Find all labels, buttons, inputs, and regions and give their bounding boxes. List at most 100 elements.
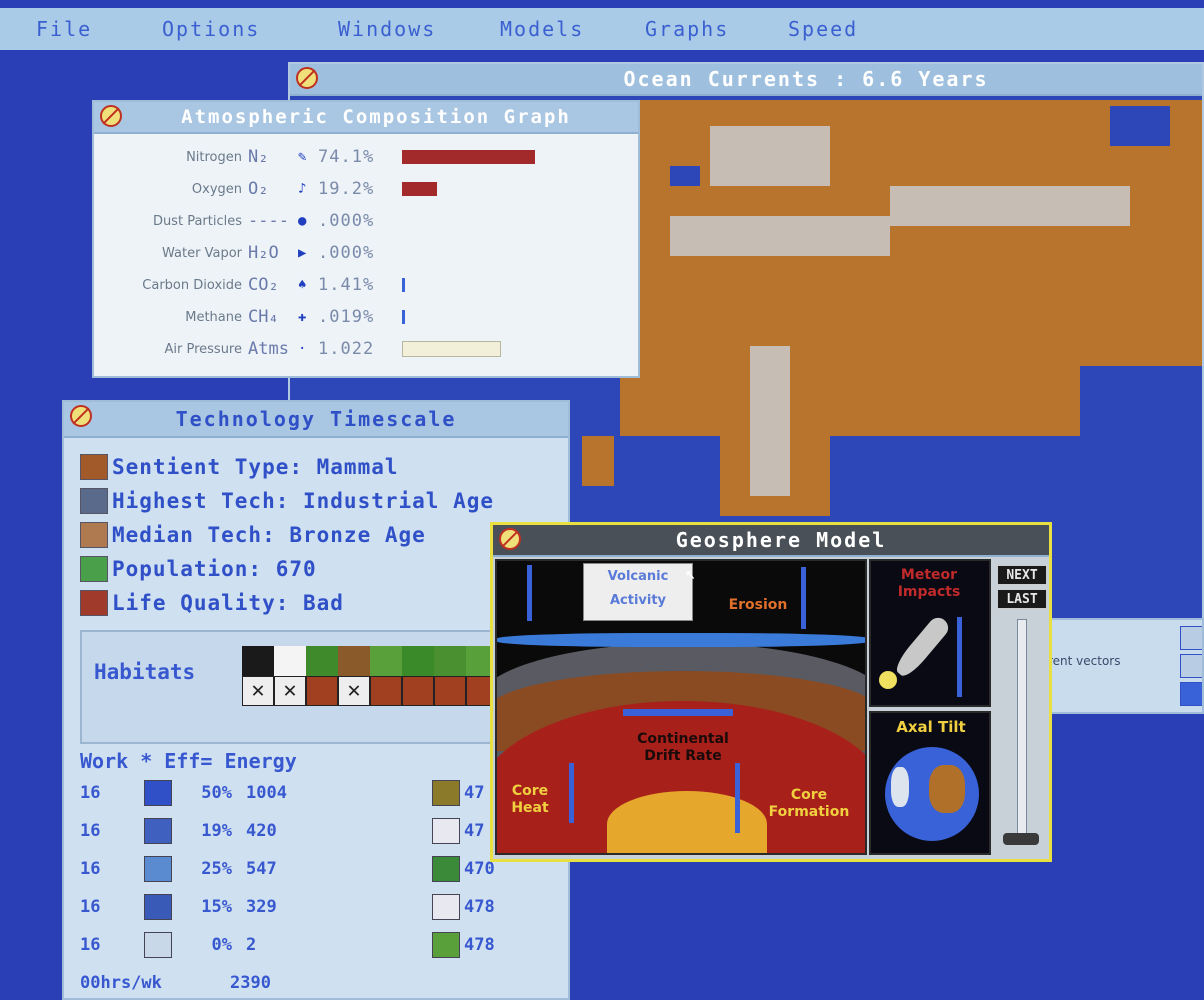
geosphere-cross-section: Volcanic Activity ↖ Erosion Continental … [495,559,867,855]
vectors-window[interactable]: rent vectors [1042,618,1204,714]
cursor-icon: ↖ [685,563,696,584]
ocean-titlebar[interactable]: Ocean Currents : 6.6 Years [290,64,1202,96]
tech-titlebar[interactable]: Technology Timescale [64,402,568,438]
atmo-row: Nitrogen N₂ ✎ 74.1% [94,142,634,172]
speed-track[interactable] [1017,619,1027,841]
person-icon [80,556,108,582]
work-value: 16 [80,821,101,841]
continent [929,765,965,813]
energy-row-right: 47 [432,778,484,808]
habitats-label: Habitats [94,660,196,684]
geosphere-model-window[interactable]: Geosphere Model Volcanic Activity ↖ Eros… [490,522,1052,862]
energy-source-icon[interactable] [144,856,172,882]
energy-source-icon[interactable] [432,856,460,882]
close-icon[interactable] [100,105,122,127]
habitat-tile-dark[interactable] [242,646,274,676]
continental-drift-label: Continental Drift Rate [637,731,729,764]
menu-options[interactable]: Options [162,17,260,41]
habitat-tiles: ✕ ✕ ✕ [242,646,498,706]
meteor-slider[interactable] [957,617,962,697]
ice-sheet [750,346,790,496]
gas-value: .000% [318,243,375,263]
hours-per-week: 00hrs/wk [80,973,162,993]
energy-right-value: 470 [464,859,495,879]
menu-windows[interactable]: Windows [338,17,436,41]
work-value: 16 [80,783,101,803]
energy-row-right: 478 [432,930,495,960]
ocean-title: Ocean Currents : 6.6 Years [623,67,989,91]
gas-name: Methane [185,309,242,325]
habitat-tile-jungle[interactable] [402,646,434,676]
lifeform-icon [402,676,434,706]
habitat-tile-ice[interactable] [274,646,306,676]
volcanic-slider[interactable] [527,565,532,621]
vector-button[interactable] [1180,682,1202,706]
atmo-row: Water Vapor H₂O ▶ .000% [94,238,634,268]
close-icon[interactable] [499,528,521,550]
last-button[interactable]: LAST [997,589,1047,609]
energy-value: 547 [246,859,277,879]
energy-footer-row: 00hrs/wk 2390 [80,968,271,998]
efficiency-value: 15% [201,897,232,917]
energy-source-icon[interactable] [144,932,172,958]
lifeform-icon [306,676,338,706]
energy-row-right: 470 [432,854,495,884]
habitat-tile-swamp[interactable] [434,646,466,676]
gas-formula: N₂ [248,147,269,167]
ice-sheet [710,126,830,186]
menu-models[interactable]: Models [500,17,584,41]
life-quality-line: Life Quality: Bad [80,588,344,618]
habitat-tile-desert[interactable] [338,646,370,676]
life-quality-text: Life Quality: Bad [112,591,344,615]
sentient-type-line: Sentient Type: Mammal [80,452,399,482]
close-icon[interactable] [70,405,92,427]
gas-level-bar [402,310,405,324]
next-button[interactable]: NEXT [997,565,1047,585]
energy-right-value: 47 [464,821,485,841]
energy-source-icon[interactable] [144,894,172,920]
gas-value: 1.41% [318,275,375,295]
gas-icon: ✚ [298,309,307,325]
earth-globe-icon [885,747,979,841]
gas-value: .019% [318,307,375,327]
gas-name: Nitrogen [186,149,242,165]
drift-slider[interactable] [623,709,733,716]
energy-source-icon[interactable] [432,780,460,806]
gas-value: .000% [318,211,375,231]
energy-source-icon[interactable] [144,780,172,806]
energy-header-row: Work * Eff= Energy [80,746,297,776]
energy-source-icon[interactable] [432,932,460,958]
work-value: 16 [80,859,101,879]
meteor-head [879,671,897,689]
lake [670,166,700,186]
atmo-row: Oxygen O₂ ♪ 19.2% [94,174,634,204]
energy-value: 329 [246,897,277,917]
energy-source-icon[interactable] [432,818,460,844]
menu-graphs[interactable]: Graphs [645,17,729,41]
atmospheric-composition-window[interactable]: Atmospheric Composition Graph Nitrogen N₂… [92,100,640,378]
vector-button[interactable] [1180,626,1202,650]
atmo-titlebar[interactable]: Atmospheric Composition Graph [94,102,638,134]
core-formation-slider[interactable] [735,763,740,833]
population-line: Population: 670 [80,554,317,584]
menu-file[interactable]: File [36,17,92,41]
energy-header: Work * Eff= Energy [80,749,297,773]
vectors-label: rent vectors [1048,654,1121,668]
atmo-row: Carbon Dioxide CO₂ ♠ 1.41% [94,270,634,300]
habitat-tile-forest[interactable] [306,646,338,676]
energy-row-right: 478 [432,892,495,922]
core-heat-slider[interactable] [569,763,574,823]
total-energy: 2390 [230,973,271,993]
vector-button[interactable] [1180,654,1202,678]
close-icon[interactable] [296,67,318,89]
habitat-tile-grass[interactable] [370,646,402,676]
lifeform-icon [370,676,402,706]
erosion-slider[interactable] [801,567,806,629]
gas-level-bar [402,341,501,357]
menu-speed[interactable]: Speed [788,17,858,41]
highest-tech-line: Highest Tech: Industrial Age [80,486,494,516]
geo-titlebar[interactable]: Geosphere Model [493,525,1049,557]
energy-source-icon[interactable] [432,894,460,920]
speed-thumb[interactable] [1003,833,1039,845]
energy-source-icon[interactable] [144,818,172,844]
